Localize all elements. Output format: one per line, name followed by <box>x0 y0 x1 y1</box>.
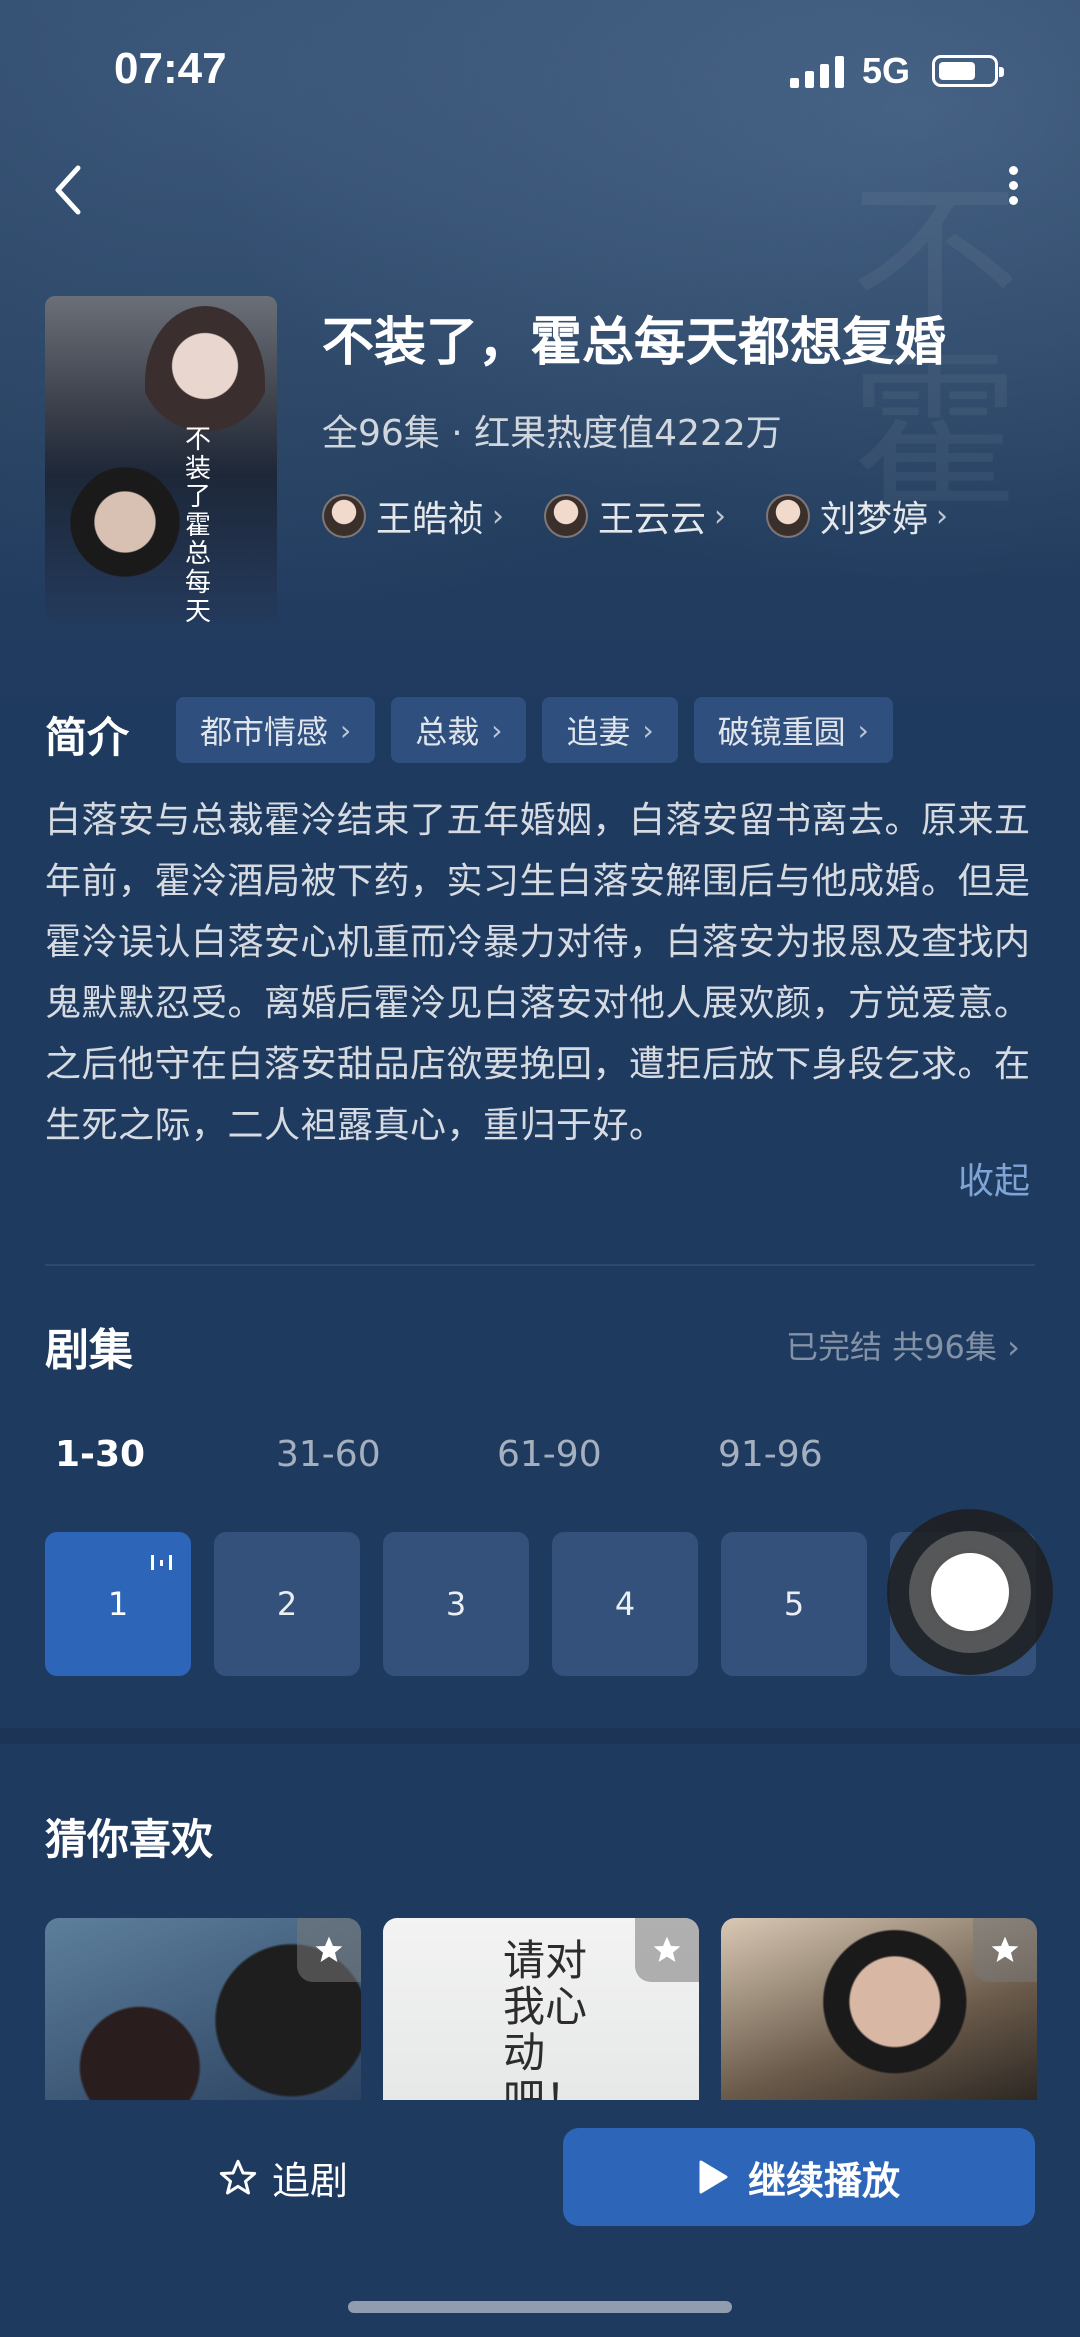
cast-item[interactable]: 王云云 › <box>544 490 726 542</box>
chevron-right-icon: › <box>491 713 503 747</box>
chevron-right-icon: › <box>857 713 869 747</box>
episodes-title: 剧集 <box>45 1325 133 1376</box>
cover-title-art: 请对我心动吧！ <box>503 1936 588 2104</box>
follow-button[interactable]: 追剧 <box>218 2150 348 2205</box>
tag-label: 追妻 <box>566 713 631 751</box>
episode-button[interactable]: 1 <box>45 1532 191 1676</box>
chevron-right-icon: › <box>642 713 654 747</box>
continue-play-button[interactable]: 继续播放 <box>563 2128 1035 2226</box>
episode-button[interactable]: 4 <box>552 1532 698 1676</box>
cast-name: 王云云 <box>598 499 707 540</box>
intro-label: 简介 <box>45 713 130 762</box>
cast-name: 刘梦婷 <box>820 499 929 540</box>
home-indicator[interactable] <box>348 2301 732 2313</box>
episode-number: 5 <box>783 1585 805 1623</box>
star-icon <box>653 1936 681 1962</box>
tab-range-1-30[interactable]: 1-30 <box>55 1434 276 1475</box>
assistive-touch-core <box>927 1549 1013 1635</box>
tab-range-91-96[interactable]: 91-96 <box>718 1434 939 1475</box>
recommend-list: 请对我心动吧！ <box>45 1918 1037 2104</box>
status-bar: 07:47 5G <box>0 0 1080 140</box>
play-label: 继续播放 <box>747 2158 900 2203</box>
poster-title-art: 不装了霍总每天都想复婚 <box>185 425 212 622</box>
drama-title: 不装了，霍总每天都想复婚 <box>322 313 947 373</box>
episode-number: 2 <box>276 1585 298 1623</box>
tag-label: 破镜重圆 <box>717 713 846 751</box>
tag-label: 总裁 <box>415 713 480 751</box>
divider <box>45 1264 1035 1266</box>
recommend-title: 猜你喜欢 <box>45 1815 214 1864</box>
chevron-right-icon: › <box>714 498 727 534</box>
drama-meta: 全96集 · 红果热度值4222万 <box>322 413 782 454</box>
avatar <box>322 494 366 538</box>
episodes-status: 已完结 共96集 <box>786 1328 997 1366</box>
poster-figure-bottom <box>65 466 185 622</box>
status-time: 07:47 <box>114 44 227 93</box>
chevron-right-icon: › <box>1007 1328 1020 1366</box>
section-separator <box>0 1728 1080 1744</box>
favorite-button[interactable] <box>635 1918 699 1982</box>
battery-icon <box>932 55 1004 87</box>
assistive-touch-ring <box>909 1531 1031 1653</box>
genre-tag[interactable]: 破镜重圆 › <box>693 697 893 763</box>
signal-icon <box>790 56 844 88</box>
more-vertical-icon <box>998 166 1028 205</box>
cast-name: 王皓祯 <box>376 499 485 540</box>
network-type: 5G <box>862 50 911 91</box>
recommend-card[interactable] <box>721 1918 1037 2104</box>
assistive-touch-button[interactable] <box>887 1509 1053 1675</box>
tab-range-31-60[interactable]: 31-60 <box>276 1434 497 1475</box>
more-button[interactable] <box>998 160 1028 220</box>
episode-button[interactable]: 5 <box>721 1532 867 1676</box>
follow-label: 追剧 <box>272 2159 349 2203</box>
episode-number: 3 <box>445 1585 467 1623</box>
cast-item[interactable]: 刘梦婷 › <box>766 490 948 542</box>
cast-item[interactable]: 王皓祯 › <box>322 490 504 542</box>
episode-button[interactable]: 2 <box>214 1532 360 1676</box>
star-icon <box>991 1936 1019 1962</box>
genre-tag[interactable]: 追妻 › <box>542 697 678 763</box>
episode-range-tabs: 1-30 31-60 61-90 91-96 <box>55 1434 939 1475</box>
star-icon <box>315 1936 343 1962</box>
tag-list: 都市情感 › 总裁 › 追妻 › 破镜重圆 › <box>176 697 893 763</box>
episode-button[interactable]: 3 <box>383 1532 529 1676</box>
drama-poster[interactable]: 不装了霍总每天都想复婚 <box>45 296 277 622</box>
recommend-card[interactable]: 请对我心动吧！ <box>383 1918 699 2104</box>
episodes-status-link[interactable]: 已完结 共96集 › <box>786 1322 1020 1368</box>
chevron-right-icon: › <box>340 713 352 747</box>
avatar <box>544 494 589 538</box>
chevron-left-icon <box>55 165 81 215</box>
now-playing-icon <box>151 1555 172 1570</box>
play-icon <box>699 2160 728 2194</box>
episode-number: 4 <box>614 1585 636 1623</box>
cast-list: 王皓祯 › 王云云 › 刘梦婷 › <box>322 490 948 542</box>
genre-tag[interactable]: 都市情感 › <box>176 697 376 763</box>
collapse-button[interactable]: 收起 <box>958 1152 1030 1204</box>
avatar <box>766 494 811 538</box>
tag-label: 都市情感 <box>200 713 329 751</box>
tab-range-61-90[interactable]: 61-90 <box>497 1434 718 1475</box>
favorite-button[interactable] <box>297 1918 361 1982</box>
intro-description: 白落安与总裁霍泠结束了五年婚姻，白落安留书离去。原来五年前，霍泠酒局被下药，实习… <box>45 800 1031 1146</box>
recommend-card[interactable] <box>45 1918 361 2104</box>
favorite-button[interactable] <box>973 1918 1037 1982</box>
chevron-right-icon: › <box>492 498 505 534</box>
star-outline-icon <box>219 2159 257 2194</box>
episode-number: 1 <box>107 1585 129 1623</box>
back-button[interactable] <box>48 160 98 220</box>
chevron-right-icon: › <box>936 498 949 534</box>
genre-tag[interactable]: 总裁 › <box>391 697 527 763</box>
